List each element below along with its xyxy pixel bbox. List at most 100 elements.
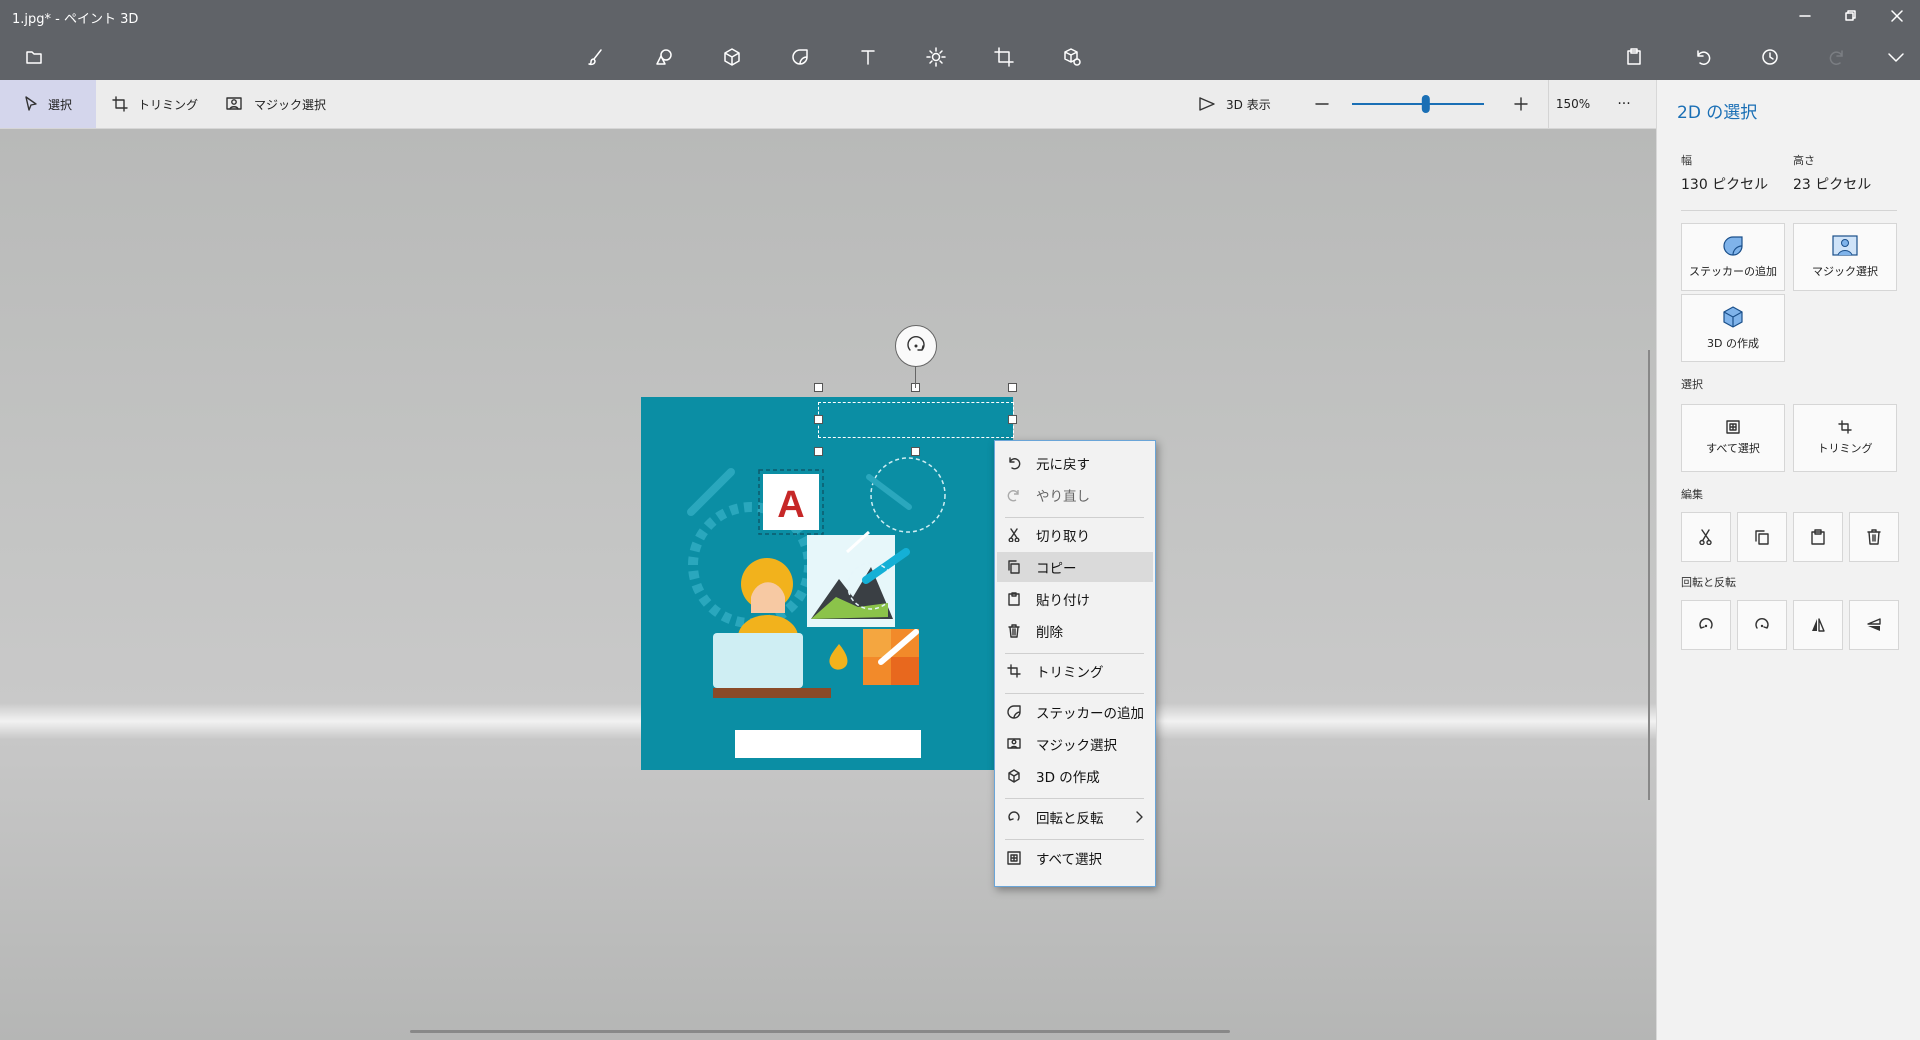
cursor-icon <box>25 96 37 111</box>
menu-item-add-sticker[interactable]: ステッカーの追加 <box>997 697 1153 727</box>
illustration-graphic: A <box>687 457 946 758</box>
view-3d-label: 3D 表示 <box>1226 97 1271 112</box>
selection-handle[interactable] <box>1008 383 1017 392</box>
history-button[interactable] <box>1750 44 1790 70</box>
menu-separator <box>1005 839 1144 840</box>
menu-item-cut[interactable]: 切り取り <box>997 520 1153 550</box>
delete-button[interactable] <box>1849 512 1899 562</box>
tool-text[interactable] <box>848 44 888 70</box>
chevron-right-icon <box>1136 811 1143 823</box>
paste-panel-button[interactable] <box>1793 512 1843 562</box>
view-3d-icon <box>1199 97 1215 111</box>
zoom-level[interactable]: 150% <box>1548 80 1597 128</box>
menu-item-select-all[interactable]: すべて選択 <box>997 843 1153 873</box>
divider <box>1681 210 1897 211</box>
selection-rectangle[interactable] <box>818 402 1014 438</box>
select-tool-label: 選択 <box>47 97 72 112</box>
undo-icon <box>1009 457 1021 470</box>
zoom-out-button[interactable] <box>1314 80 1340 128</box>
menu-item-label: 貼り付け <box>1036 593 1090 609</box>
copy-button[interactable] <box>1737 512 1787 562</box>
expand-button[interactable] <box>1876 44 1916 70</box>
zoom-slider[interactable] <box>1352 80 1494 128</box>
tool-effects[interactable] <box>916 44 956 70</box>
menu-item-label: 回転と反転 <box>1036 811 1104 827</box>
delete-icon <box>1867 529 1881 545</box>
rotate-right-icon <box>1755 618 1769 629</box>
selection-handle[interactable] <box>814 447 823 456</box>
redo-icon <box>1829 50 1843 65</box>
menu-item-magic-select[interactable]: マジック選択 <box>997 729 1153 759</box>
chevron-down-icon <box>1888 53 1904 62</box>
width-value[interactable]: 130 ピクセル <box>1681 174 1768 194</box>
tool-brushes[interactable] <box>576 44 616 70</box>
edit-section-label: 編集 <box>1681 488 1703 501</box>
menu-item-label: コピー <box>1036 561 1077 577</box>
selection-handle[interactable] <box>1008 415 1017 424</box>
rotate-right-button[interactable] <box>1737 600 1787 650</box>
select-all-label: すべて選択 <box>1706 442 1760 455</box>
menu-item-delete[interactable]: 削除 <box>997 616 1153 646</box>
copy-icon <box>1008 560 1020 574</box>
magic-select-panel-button[interactable]: マジック選択 <box>1793 223 1897 291</box>
context-menu: 元に戻す やり直し 切り取り コピー 貼り付け 削除 トリミング ステッカーの追… <box>994 440 1156 887</box>
rotate-handle-stem <box>915 366 916 388</box>
menu-button[interactable] <box>14 44 54 70</box>
selection-handle[interactable] <box>911 447 920 456</box>
zoom-in-button[interactable] <box>1513 80 1539 128</box>
undo-button[interactable] <box>1682 44 1722 70</box>
canvas-image[interactable]: A <box>641 397 1013 770</box>
rotate-left-button[interactable] <box>1681 600 1731 650</box>
menu-item-paste[interactable]: 貼り付け <box>997 584 1153 614</box>
flip-horizontal-button[interactable] <box>1793 600 1843 650</box>
magic-select-icon <box>226 97 242 110</box>
redo-button[interactable] <box>1818 44 1858 70</box>
paste-button[interactable] <box>1614 44 1654 70</box>
tool-3d-shapes[interactable] <box>712 44 752 70</box>
tool-3d-library[interactable] <box>1052 44 1092 70</box>
trim-panel-button[interactable]: トリミング <box>1793 404 1897 472</box>
cut-button[interactable] <box>1681 512 1731 562</box>
crop-icon <box>112 96 128 112</box>
magic-select-button[interactable]: マジック選択 <box>226 80 326 128</box>
more-options-button[interactable]: ··· <box>1604 80 1644 128</box>
selection-handle[interactable] <box>814 415 823 424</box>
flip-vertical-button[interactable] <box>1849 600 1899 650</box>
2d-shapes-icon <box>656 49 672 65</box>
flip-vertical-icon <box>1867 618 1881 631</box>
rotate-handle[interactable] <box>895 325 937 367</box>
tool-canvas[interactable] <box>984 44 1024 70</box>
sticker-icon <box>792 49 808 65</box>
trim-tool-button[interactable]: トリミング <box>112 80 198 128</box>
menu-item-undo[interactable]: 元に戻す <box>997 448 1153 478</box>
undo-icon <box>1697 50 1711 65</box>
select-all-button[interactable]: すべて選択 <box>1681 404 1785 472</box>
view-3d-toggle[interactable]: 3D 表示 <box>1198 80 1271 128</box>
selection-handle[interactable] <box>814 383 823 392</box>
tool-2d-shapes[interactable] <box>644 44 684 70</box>
menu-item-copy[interactable]: コピー <box>997 552 1153 582</box>
tool-stickers[interactable] <box>780 44 820 70</box>
restore-button[interactable] <box>1828 0 1874 32</box>
add-sticker-button[interactable]: ステッカーの追加 <box>1681 223 1785 291</box>
magic-select-icon <box>1832 235 1858 256</box>
restore-icon <box>1845 10 1856 21</box>
cube-icon <box>724 48 740 66</box>
paste-icon <box>1627 48 1641 65</box>
vertical-scrollbar[interactable] <box>1648 350 1650 800</box>
height-value[interactable]: 23 ピクセル <box>1793 174 1871 194</box>
title-toolbar: 1.jpg* - ペイント 3D <box>0 0 1920 80</box>
horizontal-scrollbar[interactable] <box>410 1030 1230 1033</box>
crop-icon <box>1007 664 1021 678</box>
folder-icon <box>26 51 42 64</box>
close-button[interactable] <box>1874 0 1920 32</box>
make-3d-button[interactable]: 3D の作成 <box>1681 294 1785 362</box>
menu-item-label: やり直し <box>1036 489 1090 505</box>
menu-item-trim[interactable]: トリミング <box>997 656 1153 686</box>
menu-item-redo[interactable]: やり直し <box>997 480 1153 510</box>
menu-item-make-3d[interactable]: 3D の作成 <box>997 761 1153 791</box>
menu-item-rotate-flip[interactable]: 回転と反転 <box>997 802 1153 832</box>
copy-icon <box>1755 530 1769 545</box>
minimize-button[interactable] <box>1782 0 1828 32</box>
select-tool-button[interactable]: 選択 <box>0 80 96 128</box>
